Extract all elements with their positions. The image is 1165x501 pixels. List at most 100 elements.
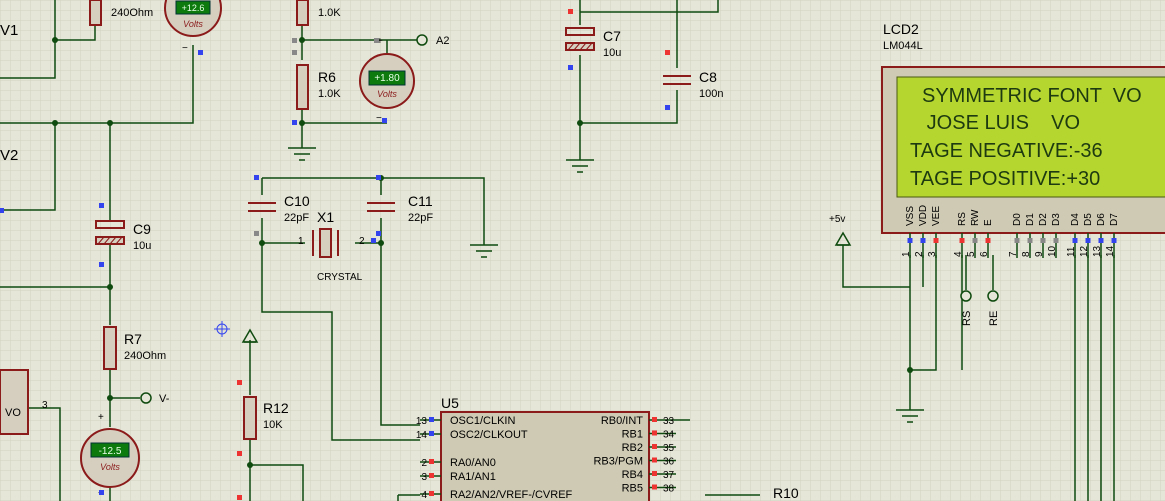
voltmeter-unit: Volts	[183, 19, 203, 29]
lcd-pin-number: 11	[1066, 246, 1077, 257]
plus5v-label: +5v	[829, 214, 845, 225]
r7-ref: R7	[124, 331, 142, 347]
c8-value: 100n	[699, 88, 723, 100]
u5-ref: U5	[441, 395, 459, 411]
vo-label: VO	[5, 407, 21, 419]
terminal-label: RS	[961, 311, 973, 326]
resistor-value: 240Ohm	[111, 7, 153, 19]
u5-pin-name: OSC1/CLKIN	[450, 415, 515, 427]
u5-pin-number: 33	[663, 416, 675, 427]
lcd-pin-number: 13	[1092, 245, 1103, 257]
lcd-pin-number: 8	[1021, 251, 1032, 257]
u5-pin-name: RB2	[622, 442, 643, 454]
voltmeter-reading: +12.6	[182, 3, 205, 13]
u5-pin-name: OSC2/CLKOUT	[450, 429, 528, 441]
lcd-pin-marker	[920, 238, 926, 243]
lcd-pin-marker	[985, 238, 991, 243]
c9-ref: C9	[133, 221, 151, 237]
u5-pin-marker	[429, 459, 434, 464]
voltmeter-reading: -12.5	[99, 446, 122, 457]
voltmeter-unit: Volts	[377, 89, 397, 99]
x1-value: CRYSTAL	[317, 272, 363, 283]
u5-pin-number: 4	[421, 490, 427, 501]
lcd-line-1: SYMMETRIC FONT VO	[922, 85, 1142, 107]
u5-pin-marker	[652, 457, 657, 463]
lcd-pin-number: 9	[1034, 251, 1045, 257]
lcd-ref: LCD2	[883, 21, 919, 37]
lcd-pin-marker	[1014, 238, 1020, 243]
lcd-pin-marker	[959, 238, 965, 243]
lcd-pin-name: D2	[1038, 213, 1049, 226]
lcd-pin-number: 14	[1105, 245, 1116, 257]
u5-pin-number: 3	[421, 472, 427, 483]
u5-pin-number: 36	[663, 457, 675, 468]
lcd-pin-marker	[1027, 238, 1033, 243]
lcd-pin-marker	[907, 238, 913, 243]
lcd-pin-marker	[1111, 238, 1117, 243]
lcd-pin-name: D7	[1109, 213, 1120, 226]
c11-ref: C11	[408, 193, 433, 209]
lcd-pin-number: 3	[927, 251, 938, 257]
u5-pin-number: 14	[416, 430, 428, 441]
lcd-pin-marker	[1040, 238, 1046, 243]
lcd-pin-name: D3	[1051, 213, 1062, 226]
lcd-pin-marker	[1085, 238, 1091, 243]
r7-value: 240Ohm	[124, 350, 166, 362]
vo-pin: 3	[42, 400, 48, 411]
lcd-pin-number: 12	[1079, 245, 1090, 257]
lcd-pin-name: D4	[1070, 213, 1081, 226]
lcd-pin-name: D6	[1096, 213, 1107, 226]
u5-pin-marker	[652, 417, 657, 422]
resistor-value: 1.0K	[318, 7, 341, 19]
lcd-line-3: TAGE NEGATIVE:-36	[910, 140, 1103, 162]
r6-value: 1.0K	[318, 88, 341, 100]
u5-pin-name: RB1	[622, 429, 643, 441]
lcd-pin-marker	[933, 238, 939, 243]
c11-value: 22pF	[408, 212, 433, 224]
c7-value: 10u	[603, 47, 621, 59]
lcd-pin-name: VEE	[931, 206, 942, 226]
svg-text:−: −	[376, 113, 382, 124]
u5-pin-number: 35	[663, 443, 675, 454]
lcd-pin-number: 6	[979, 251, 990, 257]
u5-pin-marker	[652, 430, 657, 436]
schematic-canvas[interactable]: 240Ohm V1 V2 +12.6 Volts − 1.0K R6 1.0K …	[0, 0, 1165, 501]
lcd-pin-number: 7	[1008, 251, 1019, 257]
v2-label: V2	[0, 147, 18, 164]
lcd-pin-name: RW	[970, 209, 981, 226]
u5-pin-marker	[652, 484, 657, 490]
lcd-line-2: JOSE LUIS VO	[910, 112, 1080, 134]
c7-ref: C7	[603, 28, 621, 44]
lcd-pin-name: RS	[957, 212, 968, 226]
u5-pin-name: RA0/AN0	[450, 457, 496, 469]
terminal-label: A2	[436, 35, 449, 47]
lcd-pin-number: 10	[1047, 245, 1058, 257]
lcd-pin-marker	[1053, 238, 1059, 243]
u5-pin-marker	[429, 491, 434, 496]
u5-pin-number: 13	[416, 416, 428, 427]
u5-pin-marker	[429, 473, 434, 478]
lcd-pin-number: 5	[966, 251, 977, 257]
terminal-label: V-	[159, 393, 170, 405]
lcd-line-4: TAGE POSITIVE:+30	[910, 168, 1100, 190]
u5-pin-number: 34	[663, 430, 675, 441]
lcd-pin-marker	[1072, 238, 1078, 243]
u5-pin-name: RB3/PGM	[593, 456, 643, 468]
lcd-pin-number: 4	[953, 251, 964, 257]
c9-value: 10u	[133, 240, 151, 252]
u5-pin-name: RB5	[622, 483, 643, 495]
voltmeter-reading: +1.80	[374, 73, 400, 84]
x1-ref: X1	[317, 209, 334, 225]
r6-ref: R6	[318, 69, 336, 85]
r12-ref: R12	[263, 400, 289, 416]
u5-pin-name: RA2/AN2/VREF-/CVREF	[450, 489, 573, 501]
c10-ref: C10	[284, 193, 310, 209]
u5-pin-marker	[429, 431, 434, 436]
x1-pin2: 2	[359, 236, 365, 247]
lcd-pin-name: VSS	[905, 206, 916, 226]
lcd-pin-name: D1	[1025, 213, 1036, 226]
u5-pin-number: 2	[421, 458, 427, 469]
lcd-pin-marker	[1098, 238, 1104, 243]
lcd-pin-number: 2	[914, 251, 925, 257]
c8-ref: C8	[699, 69, 717, 85]
